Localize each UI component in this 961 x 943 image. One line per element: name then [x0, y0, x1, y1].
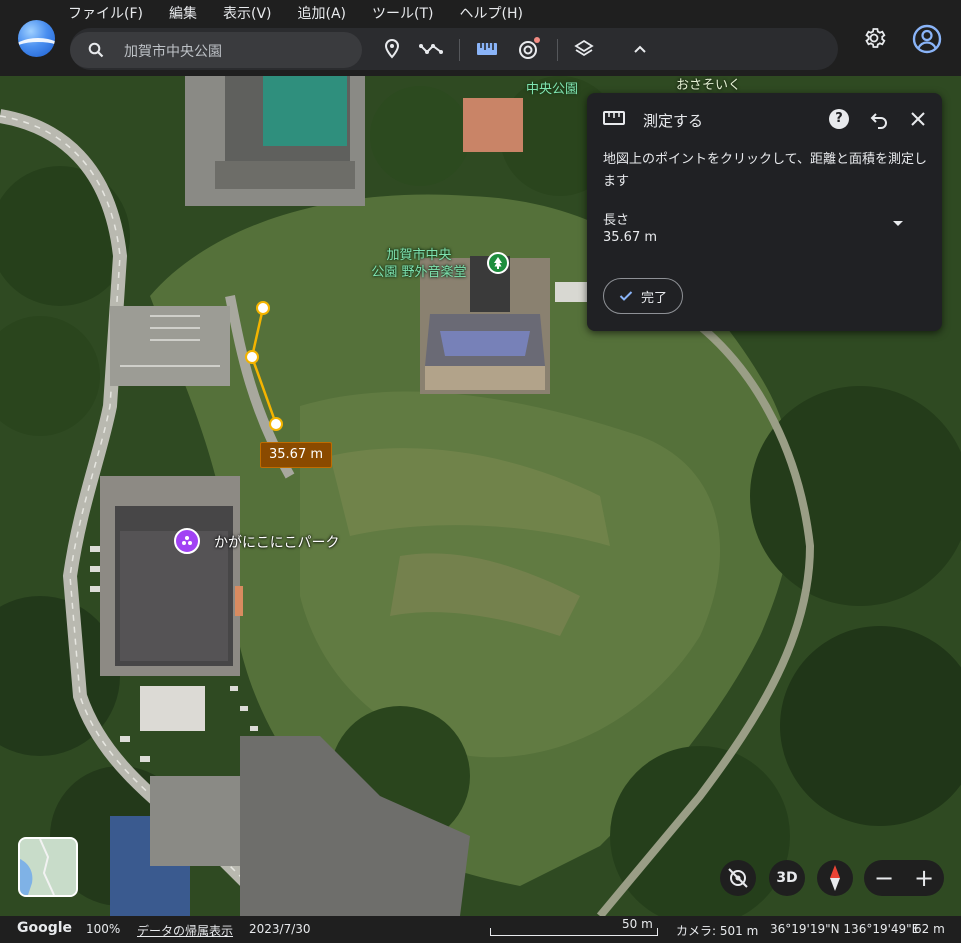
account-icon[interactable]	[912, 24, 942, 58]
add-path-icon[interactable]	[419, 37, 443, 61]
panel-title: 測定する	[643, 112, 704, 130]
length-label: 長さ	[603, 213, 630, 228]
kaga-park-label: かがにこにこパーク	[214, 535, 340, 551]
imagery-date: 2023/7/30	[249, 922, 311, 936]
zoom-percent: 100%	[86, 922, 121, 936]
menu-edit[interactable]: 編集	[169, 4, 197, 24]
toolbar-divider	[459, 39, 460, 61]
gear-icon[interactable]	[862, 26, 886, 54]
notification-dot	[534, 37, 540, 43]
toggle-3d-button[interactable]: 3D	[769, 860, 805, 896]
zoom-in-button[interactable]: +	[904, 860, 944, 896]
search-input[interactable]	[122, 38, 356, 64]
menu-view[interactable]: 表示(V)	[223, 4, 272, 24]
ruler-icon	[603, 111, 625, 125]
toolbar	[70, 28, 838, 70]
park-top-label: 中央公園	[526, 82, 579, 97]
reset-tilt-icon[interactable]	[720, 860, 756, 896]
zoom-out-button[interactable]: −	[864, 860, 904, 896]
voyager-icon[interactable]	[516, 37, 540, 61]
park-pin-icon[interactable]	[487, 252, 509, 274]
status-bar: Google 100% データの帰属表示 2023/7/30 50 m カメラ:…	[0, 916, 961, 943]
menu-bar: ファイル(F) 編集 表示(V) 追加(A) ツール(T) ヘルプ(H)	[68, 4, 549, 24]
top-bar: ファイル(F) 編集 表示(V) 追加(A) ツール(T) ヘルプ(H)	[0, 0, 961, 76]
measurement-distance-tag: 35.67 m	[260, 442, 333, 468]
poi-pin-icon[interactable]	[174, 528, 200, 554]
add-placemark-icon[interactable]	[380, 37, 404, 61]
done-button[interactable]: 完了	[603, 278, 683, 314]
google-logo: Google	[17, 920, 73, 936]
help-icon[interactable]: ?	[829, 109, 849, 129]
panel-description: 地図上のポイントをクリックして、距離と面積を測定します	[603, 152, 927, 189]
close-icon[interactable]	[909, 110, 927, 128]
coordinates: 36°19'19"N 136°19'49"E	[770, 922, 920, 936]
menu-file[interactable]: ファイル(F)	[68, 4, 143, 24]
camera-altitude: カメラ: 501 m	[676, 924, 759, 938]
minimap[interactable]	[18, 837, 78, 897]
search-icon[interactable]	[88, 42, 104, 58]
google-earth-logo[interactable]	[18, 20, 55, 57]
poi-top-right-label: おさそいく	[676, 78, 742, 93]
measure-panel: 測定する ? 地図上のポイントをクリックして、距離と面積を測定します 長さ 35…	[587, 93, 942, 331]
menu-tools[interactable]: ツール(T)	[372, 4, 433, 24]
unit-dropdown-icon[interactable]	[893, 221, 903, 226]
check-icon	[619, 291, 633, 301]
park-stage-label: 加賀市中央 公園 野外音楽堂	[371, 248, 467, 280]
length-value: 35.67 m	[603, 230, 658, 245]
ruler-icon[interactable]	[475, 37, 499, 61]
menu-help[interactable]: ヘルプ(H)	[460, 4, 523, 24]
compass-icon[interactable]	[817, 860, 853, 896]
attribution-link[interactable]: データの帰属表示	[137, 922, 233, 939]
zoom-controls: − +	[864, 860, 944, 896]
toolbar-divider	[557, 39, 558, 61]
chevron-up-icon[interactable]	[628, 37, 652, 61]
search-box	[70, 32, 362, 68]
layers-icon[interactable]	[572, 37, 596, 61]
menu-add[interactable]: 追加(A)	[298, 4, 347, 24]
elevation: 62 m	[914, 922, 945, 936]
undo-icon[interactable]	[869, 109, 889, 129]
done-label: 完了	[640, 290, 667, 306]
scale-label: 50 m	[622, 917, 653, 931]
